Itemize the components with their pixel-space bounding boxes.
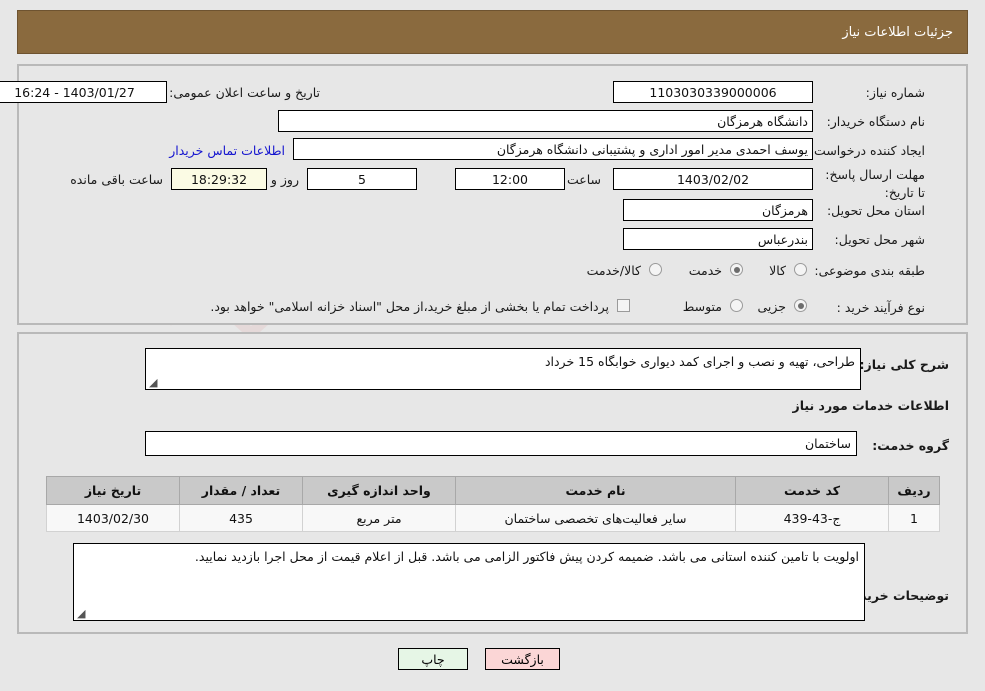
general-desc-value: طراحی، تهیه و نصب و اجرای کمد دیواری خوا… <box>544 354 855 369</box>
category-option-0-label: کالا <box>769 263 786 278</box>
table-row[interactable]: 1 ج-43-439 سایر فعالیت‌های تخصصی ساختمان… <box>46 504 940 532</box>
public-announce-value: 1403/01/27 - 16:24 <box>0 81 167 103</box>
table-header-row: ردیف کد خدمت نام خدمت واحد اندازه گیری ت… <box>46 476 940 505</box>
cell-unit: متر مربع <box>302 504 456 532</box>
th-unit: واحد اندازه گیری <box>302 476 456 505</box>
th-quantity: تعداد / مقدار <box>179 476 303 505</box>
city-value: بندرعباس <box>623 228 813 250</box>
back-button[interactable]: بازگشت <box>485 648 560 670</box>
resize-grip-icon[interactable]: ◣ <box>149 376 159 389</box>
province-value: هرمزگان <box>623 199 813 221</box>
category-option-2-label: کالا/خدمت <box>586 263 641 278</box>
city-label: شهر محل تحویل: <box>834 232 925 247</box>
days-value: 5 <box>307 168 417 190</box>
general-desc-textarea[interactable]: طراحی، تهیه و نصب و اجرای کمد دیواری خوا… <box>145 348 861 390</box>
services-section-title: اطلاعات خدمات مورد نیاز <box>792 398 950 413</box>
need-number-label: شماره نیاز: <box>865 85 925 100</box>
services-table-wrapper: ردیف کد خدمت نام خدمت واحد اندازه گیری ت… <box>46 476 940 532</box>
category-label: طبقه بندی موضوعی: <box>814 263 925 278</box>
buyer-contact-link[interactable]: اطلاعات تماس خریدار <box>169 143 285 158</box>
cell-row-no: 1 <box>888 504 940 532</box>
province-label: استان محل تحویل: <box>826 203 925 218</box>
countdown-label: ساعت باقی مانده <box>70 172 163 187</box>
page-title: جزئیات اطلاعات نیاز <box>842 24 953 40</box>
radio-category-kala[interactable] <box>794 263 807 276</box>
print-button[interactable]: چاپ <box>398 648 468 670</box>
buyer-org-label: نام دستگاه خریدار: <box>826 114 925 129</box>
deadline-date-value: 1403/02/02 <box>613 168 813 190</box>
treasury-bond-label: پرداخت تمام یا بخشی از مبلغ خرید،از محل … <box>210 299 609 314</box>
cell-quantity: 435 <box>179 504 303 532</box>
radio-process-motevaset[interactable] <box>730 299 743 312</box>
process-option-1-label: متوسط <box>682 299 722 314</box>
process-label: نوع فرآیند خرید : <box>836 300 925 315</box>
cell-service-code: ج-43-439 <box>735 504 889 532</box>
countdown-value: 18:29:32 <box>171 168 267 190</box>
creator-label: ایجاد کننده درخواست: <box>809 143 925 158</box>
th-service-name: نام خدمت <box>455 476 736 505</box>
page-header: جزئیات اطلاعات نیاز <box>17 10 968 54</box>
hour-value: 12:00 <box>455 168 565 190</box>
category-option-1-label: خدمت <box>688 263 722 278</box>
process-option-0-label: جزیی <box>757 299 786 314</box>
creator-value: یوسف احمدی مدیر امور اداری و پشتیبانی دا… <box>293 138 813 160</box>
radio-category-kala-khedmat[interactable] <box>649 263 662 276</box>
page-root: AriaTender.net جزئیات اطلاعات نیاز شماره… <box>0 0 985 691</box>
services-table: ردیف کد خدمت نام خدمت واحد اندازه گیری ت… <box>46 476 940 532</box>
treasury-bond-checkbox[interactable] <box>617 299 630 312</box>
buyer-notes-textarea[interactable]: اولویت با تامین کننده استانی می باشد. ضم… <box>73 543 865 621</box>
th-need-date: تاریخ نیاز <box>46 476 180 505</box>
days-label: روز و <box>270 172 299 187</box>
service-group-label: گروه خدمت: <box>872 438 949 453</box>
th-row-no: ردیف <box>888 476 940 505</box>
cell-service-name: سایر فعالیت‌های تخصصی ساختمان <box>455 504 736 532</box>
resize-grip-icon-notes[interactable]: ◣ <box>77 607 87 620</box>
radio-process-jozei[interactable] <box>794 299 807 312</box>
need-number-value: 1103030339000006 <box>613 81 813 103</box>
service-group-field[interactable]: ساختمان <box>145 431 857 456</box>
cell-need-date: 1403/02/30 <box>46 504 180 532</box>
buyer-notes-value: اولویت با تامین کننده استانی می باشد. ضم… <box>194 549 859 564</box>
general-desc-label: شرح کلی نیاز: <box>859 357 949 372</box>
public-announce-label: تاریخ و ساعت اعلان عمومی: <box>169 85 320 100</box>
th-service-code: کد خدمت <box>735 476 889 505</box>
service-group-value: ساختمان <box>805 436 851 451</box>
deadline-label: مهلت ارسال پاسخ: تا تاریخ: <box>825 167 925 201</box>
hour-label: ساعت <box>566 172 601 187</box>
buyer-org-value: دانشگاه هرمزگان <box>278 110 813 132</box>
radio-category-khedmat[interactable] <box>730 263 743 276</box>
